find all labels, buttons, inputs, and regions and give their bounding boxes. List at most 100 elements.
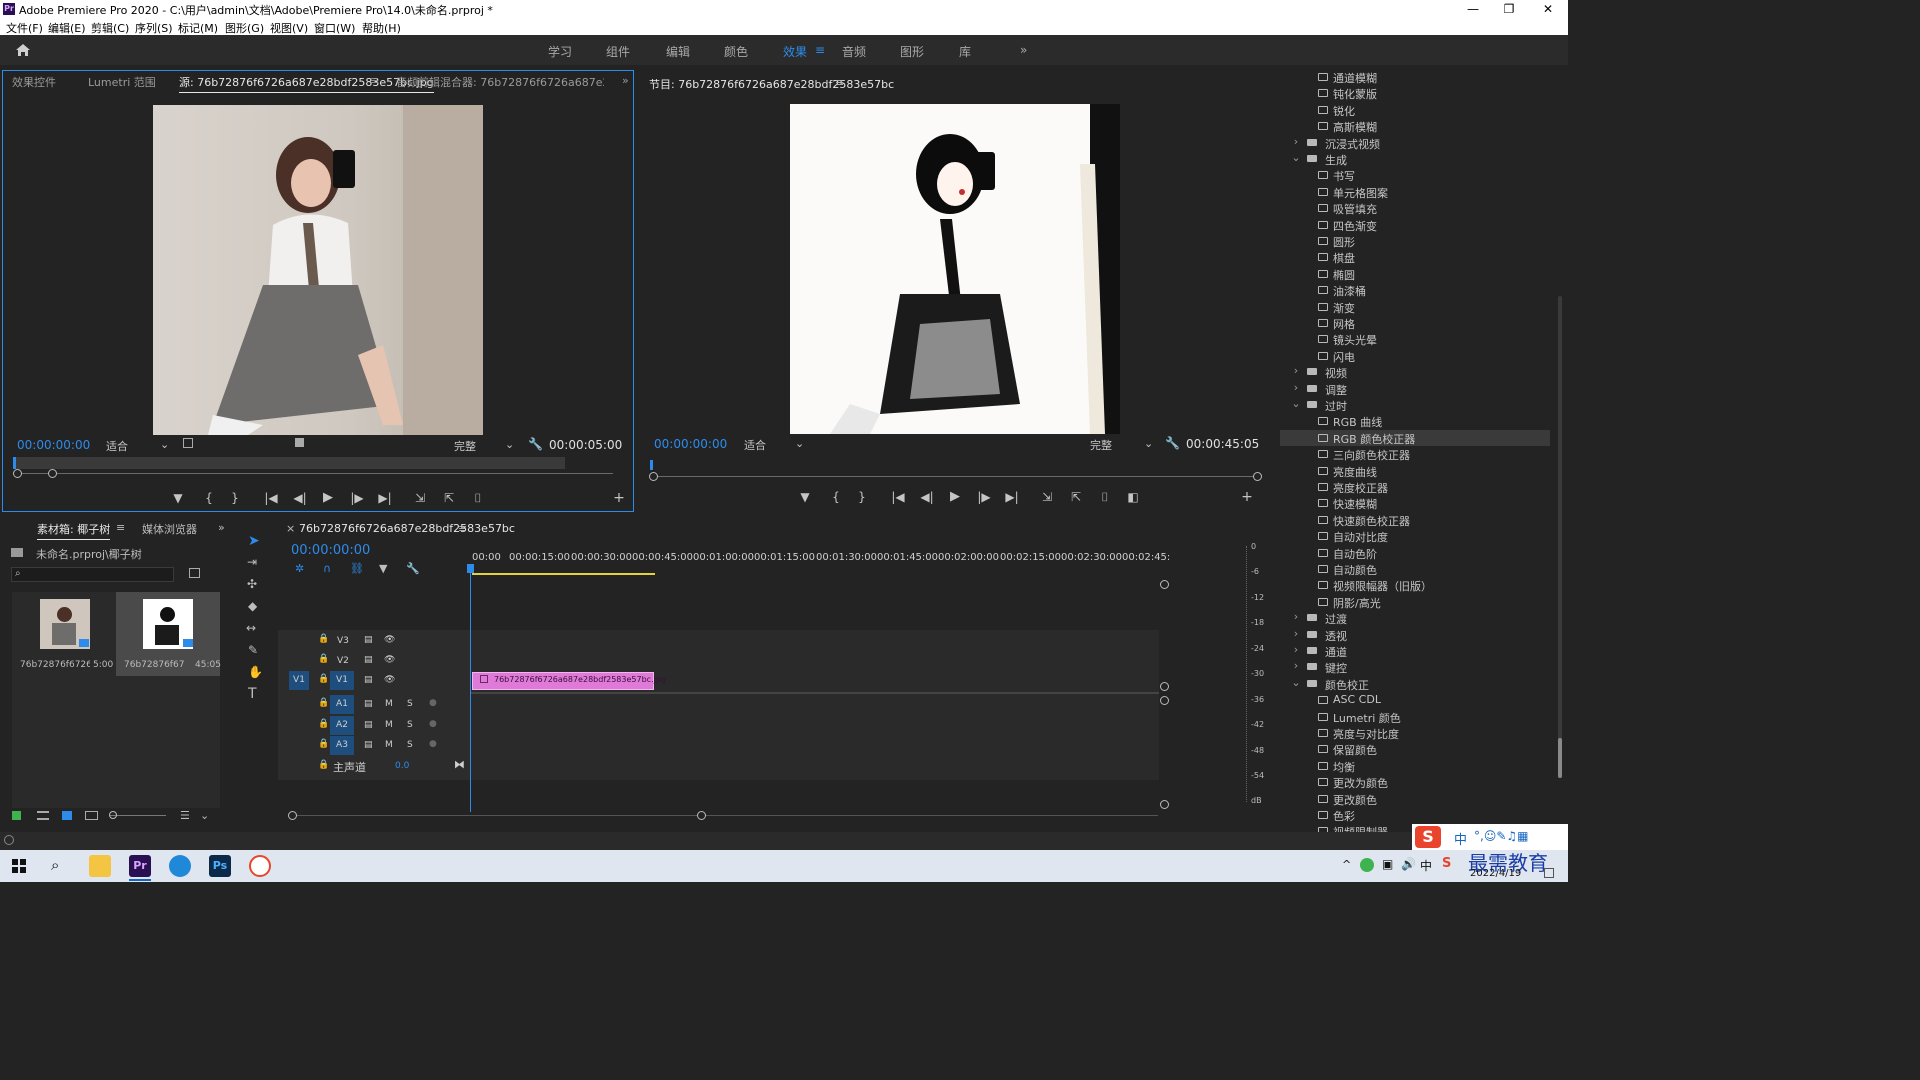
mute-button[interactable]: M <box>385 699 393 709</box>
menu-clip[interactable]: 剪辑(C) <box>91 20 129 36</box>
type-tool-icon[interactable]: T <box>248 686 257 702</box>
edge-browser-icon[interactable] <box>169 855 191 877</box>
snap-icon[interactable]: ∩ <box>323 562 331 575</box>
menu-sequence[interactable]: 序列(S) <box>135 20 173 36</box>
chevron-down-icon[interactable]: ⌄ <box>1291 397 1301 410</box>
tray-sogou-icon[interactable]: S <box>1442 856 1451 871</box>
source-zoom-bar[interactable] <box>13 473 613 474</box>
sync-lock-icon[interactable]: ▤ <box>364 655 373 665</box>
effect-folder[interactable]: › 透视 <box>1280 627 1550 643</box>
network-icon[interactable]: ▣ <box>1382 857 1393 871</box>
chevron-right-icon[interactable]: › <box>1291 627 1301 640</box>
pen-tool-icon[interactable]: ✎ <box>248 643 258 657</box>
master-volume-value[interactable]: 0.0 <box>395 761 409 771</box>
menu-graphics[interactable]: 图形(G) <box>225 20 264 36</box>
effect-item[interactable]: 圆形 <box>1280 233 1550 249</box>
track-label[interactable]: V1 <box>330 671 354 690</box>
tray-ime-label[interactable]: 中 <box>1420 857 1432 874</box>
effect-item[interactable]: 书写 <box>1280 167 1550 183</box>
mark-out-icon[interactable]: } <box>228 491 242 505</box>
timeline-scroll-handle-left[interactable] <box>288 811 297 820</box>
icon-view-icon[interactable] <box>62 811 72 820</box>
menu-marker[interactable]: 标记(M) <box>178 20 218 36</box>
workspace-effects[interactable]: 效果 <box>783 43 807 60</box>
sync-lock-icon[interactable]: ▤ <box>364 699 373 709</box>
lock-bin-icon[interactable] <box>12 811 21 820</box>
overwrite-icon[interactable]: ⇱ <box>442 491 456 505</box>
chevron-right-icon[interactable]: › <box>1291 364 1301 377</box>
freeform-view-icon[interactable] <box>85 811 98 820</box>
effect-item[interactable]: 亮度曲线 <box>1280 463 1550 479</box>
effect-item[interactable]: 渐变 <box>1280 299 1550 315</box>
track-lock-icon[interactable]: 🔒 <box>318 698 329 708</box>
tab-sequence[interactable]: 76b72876f6726a687e28bdf2583e57bc <box>299 522 515 535</box>
effects-scrollbar-thumb[interactable] <box>1558 738 1562 778</box>
effects-scrollbar[interactable] <box>1558 296 1562 776</box>
project-menu-icon[interactable]: ≡ <box>116 521 125 534</box>
file-explorer-icon[interactable] <box>89 855 111 877</box>
video-scroll-handle-top[interactable] <box>1160 580 1169 589</box>
effect-item[interactable]: 吸管填充 <box>1280 200 1550 216</box>
program-playhead[interactable] <box>650 460 653 470</box>
source-time-ruler[interactable] <box>13 457 565 469</box>
project-item-selected[interactable]: 76b72876f6726a... 45:05 <box>116 592 221 676</box>
program-zoom-bar[interactable] <box>650 476 1260 477</box>
program-step-forward-icon[interactable]: |▶ <box>977 490 991 504</box>
menu-view[interactable]: 视图(V) <box>270 20 308 36</box>
list-view-icon[interactable] <box>37 811 49 820</box>
mute-button[interactable]: M <box>385 720 393 730</box>
sync-lock-icon[interactable]: ▤ <box>364 635 373 645</box>
chevron-right-icon[interactable]: › <box>1291 381 1301 394</box>
track-label[interactable]: A2 <box>330 716 354 735</box>
effect-item[interactable]: 镜头光晕 <box>1280 331 1550 347</box>
safe-margins-icon[interactable] <box>183 438 193 448</box>
effect-folder[interactable]: › 沉浸式视频 <box>1280 135 1550 151</box>
track-visibility-eye-icon[interactable]: 👁 <box>384 675 395 685</box>
workspace-graphics[interactable]: 图形 <box>900 43 924 60</box>
program-zoom-handle-left[interactable] <box>649 472 658 481</box>
comparison-view-icon[interactable]: ◧ <box>1126 490 1140 504</box>
effect-folder[interactable]: ⌄ 颜色校正 <box>1280 676 1550 692</box>
track-select-tool-icon[interactable]: ⇥ <box>247 555 257 569</box>
selection-tool-icon[interactable]: ➤ <box>248 533 260 549</box>
voice-over-mic-icon[interactable]: ● <box>429 739 437 749</box>
effect-item[interactable]: 自动颜色 <box>1280 561 1550 577</box>
program-add-marker-icon[interactable]: ▼ <box>798 490 812 504</box>
timeline-scroll-handle-right[interactable] <box>697 811 706 820</box>
mute-button[interactable]: M <box>385 740 393 750</box>
slip-tool-icon[interactable]: ↔ <box>246 621 256 635</box>
chevron-right-icon[interactable]: › <box>1291 135 1301 148</box>
program-mark-in-icon[interactable]: { <box>829 490 843 504</box>
lift-icon[interactable]: ⇲ <box>1040 490 1054 504</box>
track-lock-icon[interactable]: 🔒 <box>318 634 329 644</box>
solo-button[interactable]: S <box>407 720 413 730</box>
effect-item[interactable]: 阴影/高光 <box>1280 594 1550 610</box>
new-bin-from-search-icon[interactable] <box>189 568 200 578</box>
tab-project-bin[interactable]: 素材箱: 椰子树 <box>37 521 111 540</box>
program-go-to-out-icon[interactable]: ▶| <box>1005 490 1019 504</box>
workspace-editing[interactable]: 编辑 <box>666 43 690 60</box>
track-visibility-eye-icon[interactable]: 👁 <box>384 635 395 645</box>
effect-item[interactable]: 自动色阶 <box>1280 545 1550 561</box>
effect-folder[interactable]: › 调整 <box>1280 381 1550 397</box>
effect-item[interactable]: Lumetri 颜色 <box>1280 709 1550 725</box>
source-video-frame[interactable] <box>153 105 483 435</box>
track-label[interactable]: A3 <box>330 736 354 755</box>
recorder-app-icon[interactable] <box>249 855 271 877</box>
timeline-timecode[interactable]: 00:00:00:00 <box>291 543 370 558</box>
program-step-back-icon[interactable]: ◀| <box>920 490 934 504</box>
effect-item[interactable]: 油漆桶 <box>1280 282 1550 298</box>
chevron-down-icon[interactable]: ⌄ <box>1291 151 1301 164</box>
ime-tools-icons[interactable]: °,☺✎♫▦ <box>1474 829 1528 843</box>
effect-item[interactable]: 更改为颜色 <box>1280 774 1550 790</box>
tray-app-icon[interactable] <box>1360 858 1374 872</box>
track-label[interactable]: A1 <box>330 695 354 714</box>
source-playhead-timecode[interactable]: 00:00:00:00 <box>17 438 90 452</box>
timeline-ruler[interactable]: 00:00 00:00:15:00 00:00:30:00 00:00:45:0… <box>472 552 1170 572</box>
track-lock-icon[interactable]: 🔒 <box>318 719 329 729</box>
program-monitor-title[interactable]: 节目: 76b72876f6726a687e28bdf2583e57bc <box>649 76 894 92</box>
effect-folder[interactable]: › 过渡 <box>1280 610 1550 626</box>
source-settings-wrench-icon[interactable]: 🔧 <box>528 437 543 451</box>
extract-icon[interactable]: ⇱ <box>1069 490 1083 504</box>
photoshop-taskbar-icon[interactable]: Ps <box>209 855 231 877</box>
